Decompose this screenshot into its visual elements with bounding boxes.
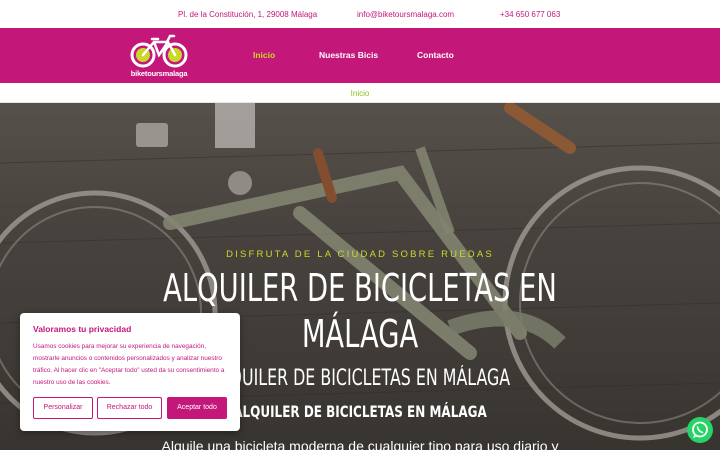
breadcrumb: Inicio [0,83,720,103]
whatsapp-button[interactable] [687,417,713,443]
email-link[interactable]: info@biketoursmalaga.com [357,10,454,19]
nav-item-nuestras-bicis[interactable]: Nuestras Bicis [319,50,378,60]
cookie-reject-button[interactable]: Rechazar todo [97,397,162,419]
nav-item-contacto[interactable]: Contacto [417,50,454,60]
cookie-consent-banner: Valoramos tu privacidad Usamos cookies p… [20,313,240,431]
cookie-accept-button[interactable]: Aceptar todo [167,397,227,419]
nav-item-inicio[interactable]: Inicio [253,50,275,60]
site-logo[interactable]: biketoursmalaga [126,32,192,80]
breadcrumb-current[interactable]: Inicio [351,89,370,98]
cookie-customize-button[interactable]: Personalizar [33,397,93,419]
top-contact-bar: Pl. de la Constitución, 1, 29008 Málaga … [0,0,720,28]
cookie-title: Valoramos tu privacidad [33,324,132,334]
phone-link[interactable]: +34 650 677 063 [500,10,560,19]
address-text: Pl. de la Constitución, 1, 29008 Málaga [178,10,318,19]
hero-kicker: DISFRUTA DE LA CIUDAD SOBRE RUEDAS [226,249,494,260]
cookie-body-text: Usamos cookies para mejorar su experienc… [33,343,225,386]
hero-lead-text: Alquile una bicicleta moderna de cualqui… [161,438,559,450]
bicycle-logo-icon [130,34,188,68]
whatsapp-icon [692,421,708,438]
main-navigation: biketoursmalaga Inicio Nuestras Bicis Co… [0,28,720,83]
logo-wordmark: biketoursmalaga [130,69,188,78]
